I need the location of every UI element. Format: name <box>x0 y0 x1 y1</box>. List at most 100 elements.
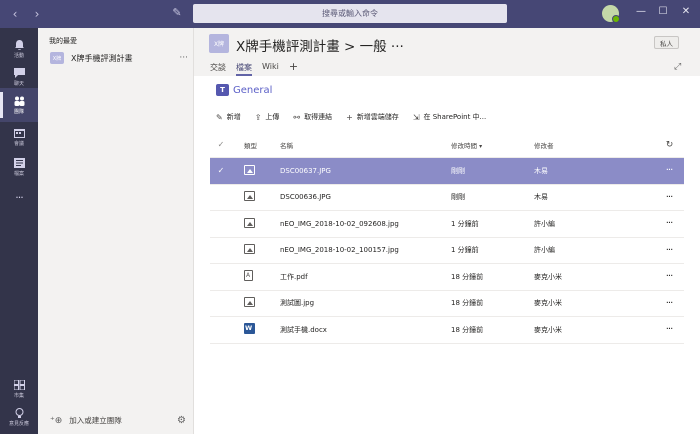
refresh-icon[interactable]: ↻ <box>654 140 684 150</box>
image-file-icon <box>244 164 255 175</box>
more-icon: ··· <box>15 190 23 204</box>
team-more-icon[interactable]: ··· <box>179 53 188 63</box>
column-header-modified[interactable]: 修改時間 ▾ <box>451 140 534 150</box>
file-name[interactable]: 測試手機.docx <box>280 325 451 335</box>
more-options-icon[interactable]: ··· <box>654 271 684 282</box>
page-title: X牌手機評測計畫 > 一般 ··· <box>236 39 404 55</box>
rail-item-files[interactable]: 檔案 <box>0 150 38 184</box>
files-toolbar: ✎ 新增 ⇪ 上傳 ⚯ 取得連結 + 新增雲端儲存 ⇲ 在 SharePoint… <box>216 112 500 122</box>
add-cloud-storage-icon: + <box>346 112 353 122</box>
file-name[interactable]: nEO_IMG_2018-10-02_100157.jpg <box>280 246 451 254</box>
table-row[interactable]: 測試圖.jpg 18 分鐘前 麥克小米 ··· <box>210 291 684 317</box>
file-name[interactable]: 測試圖.jpg <box>280 298 451 308</box>
column-header-name[interactable]: 名稱 <box>280 140 451 150</box>
files-icon <box>13 157 25 168</box>
column-header-modified-by[interactable]: 修改者 <box>534 140 654 150</box>
rail-item-meetings[interactable]: 會議 <box>0 120 38 154</box>
file-modified-by: 麥克小米 <box>534 325 562 334</box>
calendar-icon <box>13 128 25 138</box>
avatar[interactable] <box>602 5 620 23</box>
file-name[interactable]: DSC00636.JPG <box>280 193 451 201</box>
image-file-icon <box>244 191 255 202</box>
maximize-icon[interactable]: ☐ <box>656 6 670 17</box>
upload-button[interactable]: ⇪ 上傳 <box>255 112 280 122</box>
table-row[interactable]: 工作.pdf 18 分鐘前 麥克小米 ··· <box>210 264 684 291</box>
file-modified-by: 許小編 <box>534 246 555 255</box>
rail-item-teams[interactable]: 團隊 <box>0 88 38 122</box>
back-icon[interactable]: ‹ <box>8 7 22 21</box>
tab-conversations[interactable]: 交談 <box>210 62 226 76</box>
add-cloud-storage-button[interactable]: + 新增雲端儲存 <box>346 112 399 122</box>
expand-icon[interactable]: ⤢ <box>674 62 681 72</box>
file-name[interactable]: nEO_IMG_2018-10-02_092608.jpg <box>280 220 451 228</box>
new-button[interactable]: ✎ 新增 <box>216 112 241 122</box>
forward-icon[interactable]: › <box>30 7 44 21</box>
files-table: ✓ 類型 名稱 修改時間 ▾ 修改者 ↻ ✓ DSC00637.JPG 剛剛 木… <box>210 132 684 344</box>
chat-icon <box>13 67 25 78</box>
close-icon[interactable]: ✕ <box>679 6 693 17</box>
file-modified: 1 分鐘前 <box>451 246 479 255</box>
more-options-icon[interactable]: ··· <box>654 245 684 256</box>
teams-icon <box>14 96 24 106</box>
more-options-icon[interactable]: ··· <box>654 218 684 229</box>
more-options-icon[interactable]: ··· <box>654 324 684 335</box>
teams-logo-icon: T <box>216 84 229 96</box>
file-modified: 剛剛 <box>451 193 465 202</box>
file-name[interactable]: 工作.pdf <box>280 272 451 282</box>
tab-wiki[interactable]: Wiki <box>262 62 279 76</box>
compose-icon[interactable]: ✎ <box>170 6 184 20</box>
privacy-badge: 私人 <box>654 36 679 49</box>
new-icon: ✎ <box>216 112 223 122</box>
pdf-file-icon <box>244 270 253 282</box>
gear-icon[interactable]: ⚙ <box>177 415 186 426</box>
file-modified-by: 麥克小米 <box>534 272 562 281</box>
open-in-sharepoint-button[interactable]: ⇲ 在 SharePoint 中... <box>413 112 486 122</box>
minimize-icon[interactable]: — <box>634 6 648 17</box>
team-name: X牌手機評測計畫 <box>71 53 133 63</box>
word-file-icon <box>244 323 255 335</box>
row-checkbox[interactable]: ✓ <box>210 166 232 175</box>
feedback-icon <box>15 407 23 418</box>
team-item[interactable]: X牌 X牌手機評測計畫 ··· <box>46 50 190 66</box>
tab-bar: 交談 檔案 Wiki + <box>210 61 298 76</box>
file-modified-by: 木易 <box>534 166 548 175</box>
column-header-type[interactable]: 類型 <box>232 140 280 150</box>
team-avatar: X牌 <box>50 52 64 64</box>
link-icon: ⚯ <box>293 112 301 122</box>
file-name[interactable]: DSC00637.JPG <box>280 167 451 175</box>
tab-files[interactable]: 檔案 <box>236 62 252 76</box>
more-options-icon[interactable]: ··· <box>654 192 684 203</box>
more-options-icon[interactable]: ··· <box>654 298 684 309</box>
file-modified-by: 許小編 <box>534 219 555 228</box>
table-header: ✓ 類型 名稱 修改時間 ▾ 修改者 ↻ <box>210 132 684 158</box>
file-modified-by: 麥克小米 <box>534 299 562 308</box>
sort-desc-icon: ▾ <box>479 142 483 150</box>
app-rail: 活動 聊天 團隊 會議 檔案 ··· 市集 意見反應 <box>0 28 38 434</box>
more-apps-button[interactable]: ··· <box>0 180 38 214</box>
search-input[interactable]: 搜尋或輸入命令 <box>193 4 507 23</box>
table-row[interactable]: ✓ DSC00637.JPG 剛剛 木易 ··· <box>210 158 684 185</box>
file-modified-by: 木易 <box>534 193 548 202</box>
add-tab-button[interactable]: + <box>289 61 298 76</box>
file-modified: 18 分鐘前 <box>451 325 484 334</box>
team-avatar: X牌 <box>209 34 229 53</box>
table-row[interactable]: 測試手機.docx 18 分鐘前 麥克小米 ··· <box>210 317 684 344</box>
select-all-checkbox[interactable]: ✓ <box>210 140 232 149</box>
table-row[interactable]: nEO_IMG_2018-10-02_100157.jpg 1 分鐘前 許小編 … <box>210 238 684 264</box>
main-content: X牌 X牌手機評測計畫 > 一般 ··· 私人 交談 檔案 Wiki + ⤢ T… <box>194 28 700 434</box>
image-file-icon <box>244 244 255 255</box>
file-modified: 18 分鐘前 <box>451 299 484 308</box>
sharepoint-icon: ⇲ <box>412 112 420 122</box>
bell-icon <box>14 39 24 50</box>
rail-item-feedback[interactable]: 意見反應 <box>0 400 38 434</box>
get-link-button[interactable]: ⚯ 取得連結 <box>293 112 332 122</box>
join-team-label: 加入或建立團隊 <box>69 416 122 425</box>
table-row[interactable]: DSC00636.JPG 剛剛 木易 ··· <box>210 185 684 211</box>
channel-name: General <box>233 84 273 96</box>
file-modified: 剛剛 <box>451 166 465 175</box>
table-row[interactable]: nEO_IMG_2018-10-02_092608.jpg 1 分鐘前 許小編 … <box>210 211 684 238</box>
image-file-icon <box>244 217 255 228</box>
more-options-icon[interactable]: ··· <box>654 165 684 176</box>
image-file-icon <box>244 297 255 308</box>
join-create-team[interactable]: ⁺⊕ 加入或建立團隊 ⚙ <box>50 415 186 426</box>
